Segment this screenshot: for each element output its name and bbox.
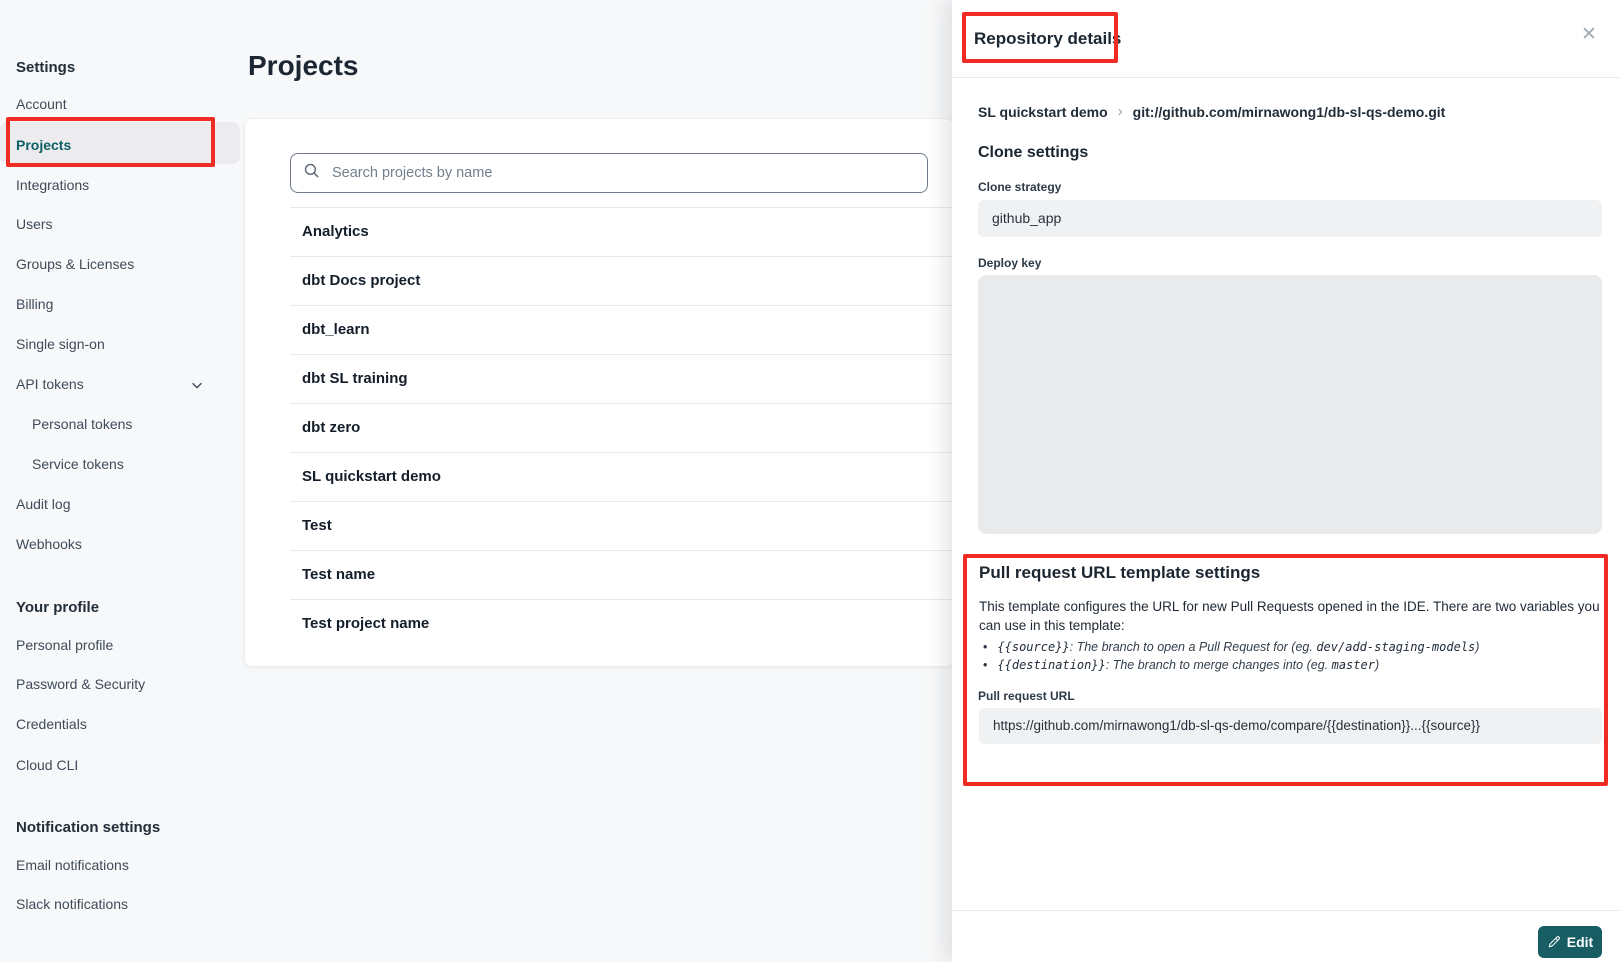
divider xyxy=(952,77,1620,78)
search-icon xyxy=(303,162,320,184)
clone-settings-heading: Clone settings xyxy=(978,144,1088,162)
project-row-test[interactable]: Test xyxy=(302,516,332,536)
sidebar-item-cloud-cli[interactable]: Cloud CLI xyxy=(16,755,78,775)
sidebar-item-audit-log[interactable]: Audit log xyxy=(16,494,70,514)
divider xyxy=(290,207,952,208)
pull-request-variable-list: {{source}}: The branch to open a Pull Re… xyxy=(983,638,1479,674)
sidebar-item-single-sign-on[interactable]: Single sign-on xyxy=(16,334,105,354)
sidebar-header-settings: Settings xyxy=(16,57,75,79)
breadcrumb-repository: git://github.com/mirnawong1/db-sl-qs-dem… xyxy=(1133,104,1446,120)
sidebar-item-email-notifications[interactable]: Email notifications xyxy=(16,855,129,875)
project-row-dbt-learn[interactable]: dbt_learn xyxy=(302,320,370,340)
divider xyxy=(290,256,952,257)
sidebar-item-service-tokens[interactable]: Service tokens xyxy=(32,454,124,474)
pull-request-url-value: https://github.com/mirnawong1/db-sl-qs-d… xyxy=(979,708,1602,744)
project-row-dbt-zero[interactable]: dbt zero xyxy=(302,418,360,438)
annotation-box-projects xyxy=(6,117,215,167)
chevron-right-icon: › xyxy=(1118,103,1123,120)
breadcrumb: SL quickstart demo › git://github.com/mi… xyxy=(978,103,1445,120)
project-row-analytics[interactable]: Analytics xyxy=(302,222,369,242)
list-item: {{destination}}: The branch to merge cha… xyxy=(983,656,1479,674)
divider xyxy=(290,599,952,600)
project-row-test-name[interactable]: Test name xyxy=(302,565,375,585)
sidebar-item-credentials[interactable]: Credentials xyxy=(16,714,87,734)
sidebar-header-notification-settings: Notification settings xyxy=(16,817,160,839)
divider xyxy=(290,550,952,551)
divider xyxy=(290,501,952,502)
chevron-down-icon[interactable] xyxy=(190,378,204,397)
pull-request-settings-heading: Pull request URL template settings xyxy=(979,563,1260,583)
sidebar-item-personal-profile[interactable]: Personal profile xyxy=(16,635,113,655)
annotation-box-repository-details xyxy=(962,12,1118,63)
sidebar-item-slack-notifications[interactable]: Slack notifications xyxy=(16,894,128,914)
sidebar-item-webhooks[interactable]: Webhooks xyxy=(16,534,82,554)
sidebar-item-password-security[interactable]: Password & Security xyxy=(16,674,145,694)
sidebar-item-account[interactable]: Account xyxy=(16,94,67,114)
project-row-dbt-sl-training[interactable]: dbt SL training xyxy=(302,369,408,389)
project-search[interactable] xyxy=(290,153,928,193)
search-input[interactable] xyxy=(330,164,915,182)
project-row-dbt-docs-project[interactable]: dbt Docs project xyxy=(302,271,420,291)
project-row-test-project-name[interactable]: Test project name xyxy=(302,614,429,634)
pull-request-url-label: Pull request URL xyxy=(978,689,1075,703)
sidebar-item-billing[interactable]: Billing xyxy=(16,294,53,314)
sidebar-item-users[interactable]: Users xyxy=(16,214,53,234)
breadcrumb-project[interactable]: SL quickstart demo xyxy=(978,104,1108,120)
page-title: Projects xyxy=(248,50,359,82)
close-icon[interactable]: ✕ xyxy=(1576,22,1602,48)
clone-strategy-label: Clone strategy xyxy=(978,180,1061,194)
divider xyxy=(952,910,1620,911)
sidebar-item-personal-tokens[interactable]: Personal tokens xyxy=(32,414,132,434)
divider xyxy=(290,403,952,404)
edit-button-label: Edit xyxy=(1567,934,1593,950)
deploy-key-label: Deploy key xyxy=(978,256,1041,270)
edit-button[interactable]: Edit xyxy=(1538,926,1602,958)
clone-strategy-value: github_app xyxy=(978,200,1602,237)
sidebar-item-api-tokens[interactable]: API tokens xyxy=(16,374,84,394)
divider xyxy=(290,354,952,355)
divider xyxy=(290,305,952,306)
list-item: {{source}}: The branch to open a Pull Re… xyxy=(983,638,1479,656)
sidebar-item-groups-licenses[interactable]: Groups & Licenses xyxy=(16,254,134,274)
deploy-key-value-box xyxy=(978,275,1602,534)
project-row-sl-quickstart-demo[interactable]: SL quickstart demo xyxy=(302,467,441,487)
sidebar-header-your-profile: Your profile xyxy=(16,597,99,619)
sidebar-item-integrations[interactable]: Integrations xyxy=(16,175,89,195)
pull-request-description: This template configures the URL for new… xyxy=(979,597,1601,635)
divider xyxy=(290,452,952,453)
pencil-icon xyxy=(1547,935,1561,949)
